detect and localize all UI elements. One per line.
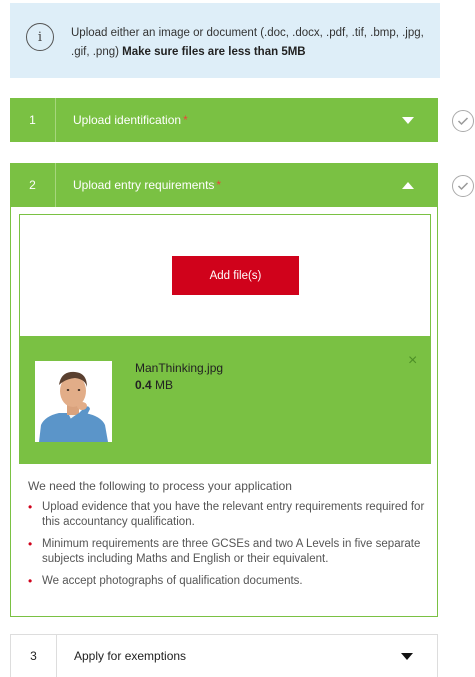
required-marker: * <box>216 178 222 192</box>
info-text-bold: Make sure files are less than 5MB <box>122 46 306 58</box>
list-item: Upload evidence that you have the releva… <box>28 500 428 530</box>
section-title-label: Upload identification <box>73 113 182 127</box>
file-size: 0.4 MB <box>135 378 173 392</box>
section-number: 1 <box>10 98 56 142</box>
file-thumbnail <box>35 361 112 442</box>
required-marker: * <box>183 113 188 127</box>
info-text: Upload either an image or document (.doc… <box>71 24 426 62</box>
section-title-label: Apply for exemptions <box>74 649 187 663</box>
section-2-header[interactable]: 2 Upload entry requirements * <box>10 163 438 207</box>
add-files-button[interactable]: Add file(s) <box>172 256 299 295</box>
file-size-value: 0.4 <box>135 378 152 392</box>
file-dropzone[interactable]: Add file(s) <box>19 214 431 336</box>
info-banner: i Upload either an image or document (.d… <box>10 3 440 78</box>
file-name: ManThinking.jpg <box>135 361 224 375</box>
uploaded-file-row: ManThinking.jpg 0.4 MB × <box>19 336 431 464</box>
section-title: Upload entry requirements * <box>56 178 378 192</box>
chevron-down-icon[interactable] <box>378 116 438 124</box>
chevron-up-icon[interactable] <box>378 181 438 189</box>
list-item: We accept photographs of qualification d… <box>28 574 428 589</box>
check-circle-icon <box>452 110 474 132</box>
section-3-header[interactable]: 3 Apply for exemptions <box>10 634 438 677</box>
section-title: Upload identification * <box>56 113 378 127</box>
section-title: Apply for exemptions <box>57 649 377 663</box>
man-thinking-image <box>35 361 112 442</box>
section-1-header[interactable]: 1 Upload identification * <box>10 98 438 142</box>
file-size-unit: MB <box>155 378 174 392</box>
check-circle-icon <box>452 175 474 197</box>
section-title-label: Upload entry requirements <box>73 178 215 192</box>
section-2-panel: Add file(s) ManThinking.jpg 0.4 MB × We … <box>10 207 438 617</box>
list-item: Minimum requirements are three GCSEs and… <box>28 537 428 567</box>
section-number: 2 <box>10 163 56 207</box>
section-number: 3 <box>11 635 57 677</box>
info-icon: i <box>26 23 54 51</box>
requirements-list: Upload evidence that you have the releva… <box>28 500 428 596</box>
chevron-down-icon[interactable] <box>377 652 437 660</box>
requirements-intro: We need the following to process your ap… <box>28 479 292 493</box>
remove-file-close-icon[interactable]: × <box>408 353 417 369</box>
